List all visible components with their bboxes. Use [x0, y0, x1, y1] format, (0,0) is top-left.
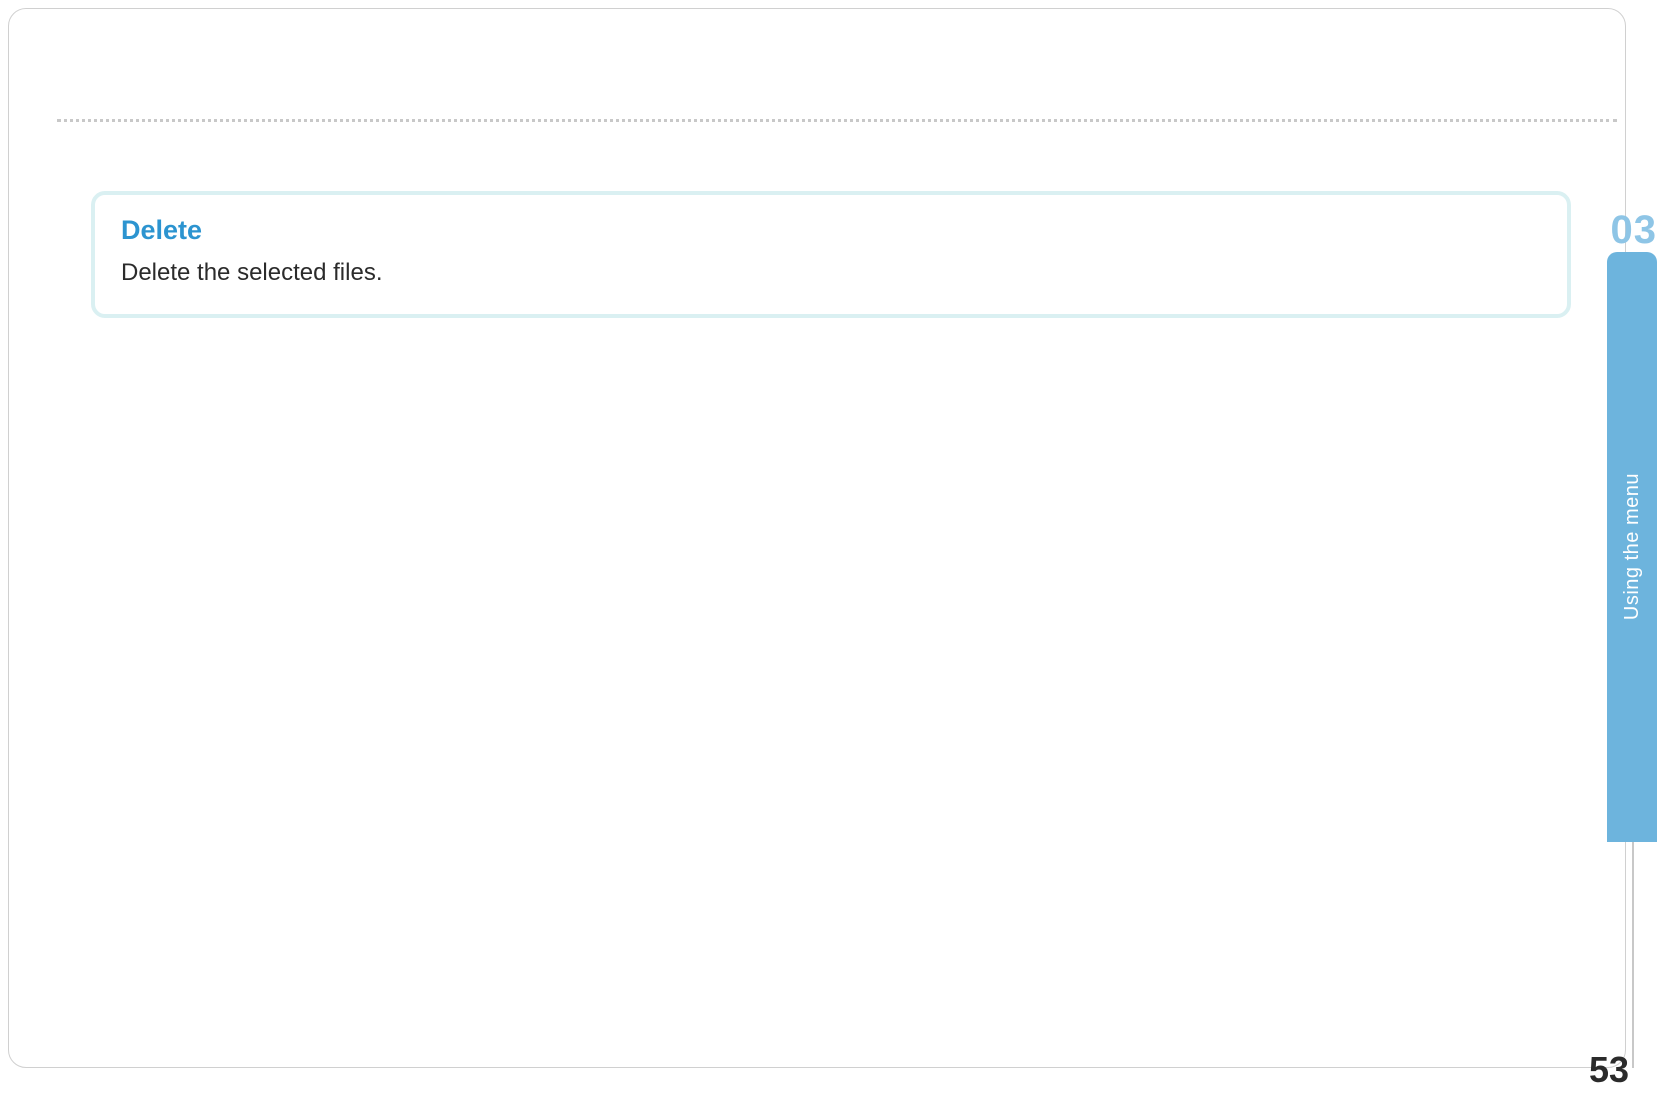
page-number: 53 — [1589, 1049, 1629, 1091]
chapter-label: Using the menu — [1621, 473, 1644, 620]
delete-info-box: Delete Delete the selected files. — [91, 191, 1571, 318]
side-vertical-line — [1632, 842, 1634, 1068]
chapter-number: 03 — [1611, 208, 1658, 253]
dotted-divider — [57, 119, 1617, 122]
info-box-title: Delete — [121, 215, 1541, 246]
chapter-side-tab: Using the menu — [1607, 252, 1657, 842]
info-box-description: Delete the selected files. — [121, 256, 1541, 290]
page-frame: Delete Delete the selected files. — [8, 8, 1626, 1068]
